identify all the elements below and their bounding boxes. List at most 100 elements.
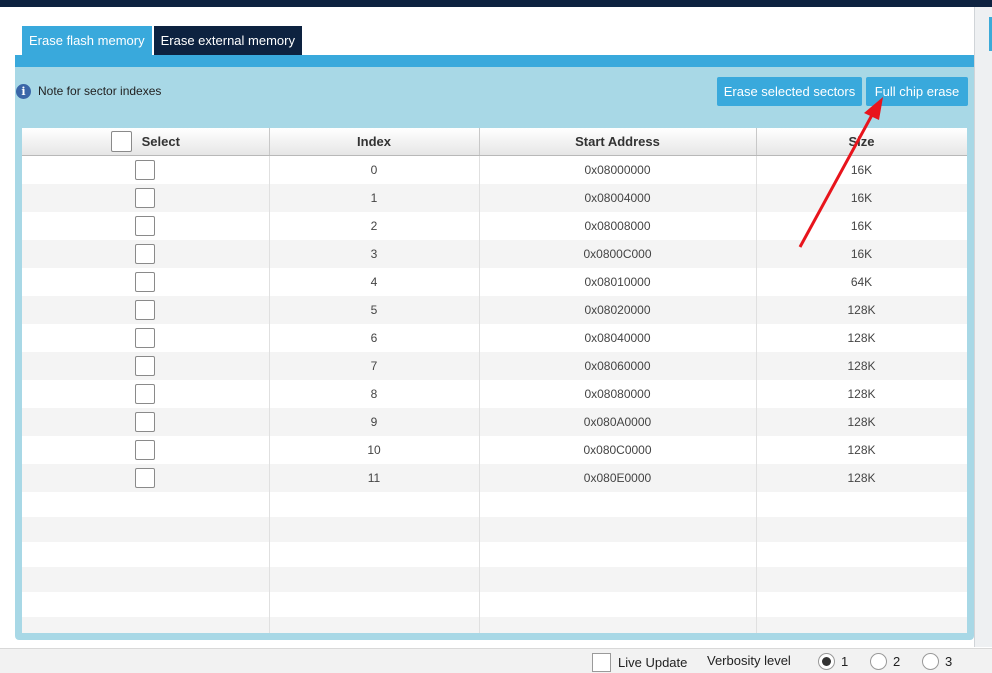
table-row[interactable]: 6 0x08040000 128K [22, 324, 967, 352]
table-row[interactable]: 10 0x080C0000 128K [22, 436, 967, 464]
cell-index: 2 [269, 212, 480, 240]
column-header-size[interactable]: Size [756, 128, 967, 156]
cell-start-address: 0x080A0000 [479, 408, 757, 436]
column-label-select: Select [141, 134, 180, 149]
row-checkbox[interactable] [135, 440, 156, 460]
select-all-checkbox[interactable] [110, 131, 132, 152]
table-row[interactable]: 8 0x08080000 128K [22, 380, 967, 408]
erase-selected-sectors-button[interactable]: Erase selected sectors [717, 77, 862, 106]
column-header-index[interactable]: Index [269, 128, 480, 156]
cell-start-address: 0x08040000 [479, 324, 757, 352]
empty-cell [22, 517, 270, 542]
verbosity-radio-1[interactable] [818, 653, 835, 670]
cell-start-address: 0x08008000 [479, 212, 757, 240]
empty-cell [22, 567, 270, 592]
row-checkbox[interactable] [135, 328, 156, 348]
cell-size: 128K [756, 408, 967, 436]
table-row[interactable]: 3 0x0800C000 16K [22, 240, 967, 268]
table-row[interactable]: 4 0x08010000 64K [22, 268, 967, 296]
verbosity-radio-label-1: 1 [841, 654, 849, 669]
table-row[interactable]: 9 0x080A0000 128K [22, 408, 967, 436]
empty-cell [22, 492, 270, 517]
row-checkbox[interactable] [135, 300, 156, 320]
empty-cell [479, 517, 757, 542]
table-row[interactable]: 5 0x08020000 128K [22, 296, 967, 324]
cell-size: 128K [756, 324, 967, 352]
sector-index-note[interactable]: i Note for sector indexes [16, 83, 161, 99]
cell-index: 9 [269, 408, 480, 436]
verbosity-option-1[interactable]: 1 [818, 653, 848, 670]
info-icon[interactable]: i [16, 83, 31, 99]
verbosity-radio-2[interactable] [870, 653, 887, 670]
empty-cell [479, 567, 757, 592]
row-checkbox[interactable] [135, 216, 156, 236]
verbosity-option-2[interactable]: 2 [870, 653, 900, 670]
verbosity-radio-3[interactable] [922, 653, 939, 670]
cell-select [22, 408, 270, 436]
cell-select [22, 324, 270, 352]
cell-size: 16K [756, 184, 967, 212]
cell-size: 128K [756, 380, 967, 408]
row-checkbox[interactable] [135, 188, 156, 208]
cell-index: 10 [269, 436, 480, 464]
row-checkbox[interactable] [135, 272, 156, 292]
row-checkbox[interactable] [135, 384, 156, 404]
cell-select [22, 380, 270, 408]
panel-header-strip [15, 55, 974, 67]
note-label: Note for sector indexes [38, 84, 162, 98]
column-header-select[interactable]: Select [22, 128, 270, 156]
verbosity-radio-label-3: 3 [945, 654, 953, 669]
column-header-start-address[interactable]: Start Address [479, 128, 757, 156]
cell-select [22, 240, 270, 268]
cell-size: 128K [756, 436, 967, 464]
row-checkbox[interactable] [135, 356, 156, 376]
row-checkbox[interactable] [135, 244, 156, 264]
empty-cell [756, 567, 967, 592]
cell-start-address: 0x080E0000 [479, 464, 757, 492]
empty-cell [479, 542, 757, 567]
empty-cell [479, 592, 757, 617]
cell-size: 128K [756, 464, 967, 492]
cell-select [22, 212, 270, 240]
empty-cell [269, 492, 480, 517]
empty-table-row [22, 517, 967, 542]
empty-cell [756, 492, 967, 517]
tab-bar: Erase flash memory Erase external memory [22, 26, 304, 56]
empty-cell [479, 617, 757, 633]
empty-cell [756, 617, 967, 633]
verbosity-label: Verbosity level [707, 653, 791, 668]
table-row[interactable]: 7 0x08060000 128K [22, 352, 967, 380]
empty-table-row [22, 492, 967, 517]
verbosity-radio-label-2: 2 [893, 654, 901, 669]
cell-size: 128K [756, 296, 967, 324]
table-row[interactable]: 1 0x08004000 16K [22, 184, 967, 212]
cell-start-address: 0x080C0000 [479, 436, 757, 464]
cell-start-address: 0x08004000 [479, 184, 757, 212]
full-chip-erase-button[interactable]: Full chip erase [866, 77, 968, 106]
live-update-checkbox[interactable] [592, 653, 611, 672]
tab-erase-external-memory[interactable]: Erase external memory [153, 26, 302, 56]
cell-select [22, 184, 270, 212]
cell-index: 6 [269, 324, 480, 352]
row-checkbox[interactable] [135, 160, 156, 180]
cell-select [22, 296, 270, 324]
empty-table-row [22, 617, 967, 633]
table-row[interactable]: 2 0x08008000 16K [22, 212, 967, 240]
table-row[interactable]: 0 0x08000000 16K [22, 155, 967, 184]
empty-table-row [22, 567, 967, 592]
cell-start-address: 0x08010000 [479, 268, 757, 296]
empty-cell [269, 517, 480, 542]
cell-select [22, 436, 270, 464]
live-update-toggle[interactable]: Live Update [592, 653, 687, 672]
verbosity-option-3[interactable]: 3 [922, 653, 952, 670]
live-update-label: Live Update [618, 655, 688, 670]
cell-start-address: 0x0800C000 [479, 240, 757, 268]
empty-cell [269, 617, 480, 633]
table-row[interactable]: 11 0x080E0000 128K [22, 464, 967, 492]
cell-index: 7 [269, 352, 480, 380]
row-checkbox[interactable] [135, 412, 156, 432]
cell-size: 64K [756, 268, 967, 296]
cell-index: 5 [269, 296, 480, 324]
tab-erase-flash-memory[interactable]: Erase flash memory [22, 26, 152, 56]
row-checkbox[interactable] [135, 468, 156, 488]
